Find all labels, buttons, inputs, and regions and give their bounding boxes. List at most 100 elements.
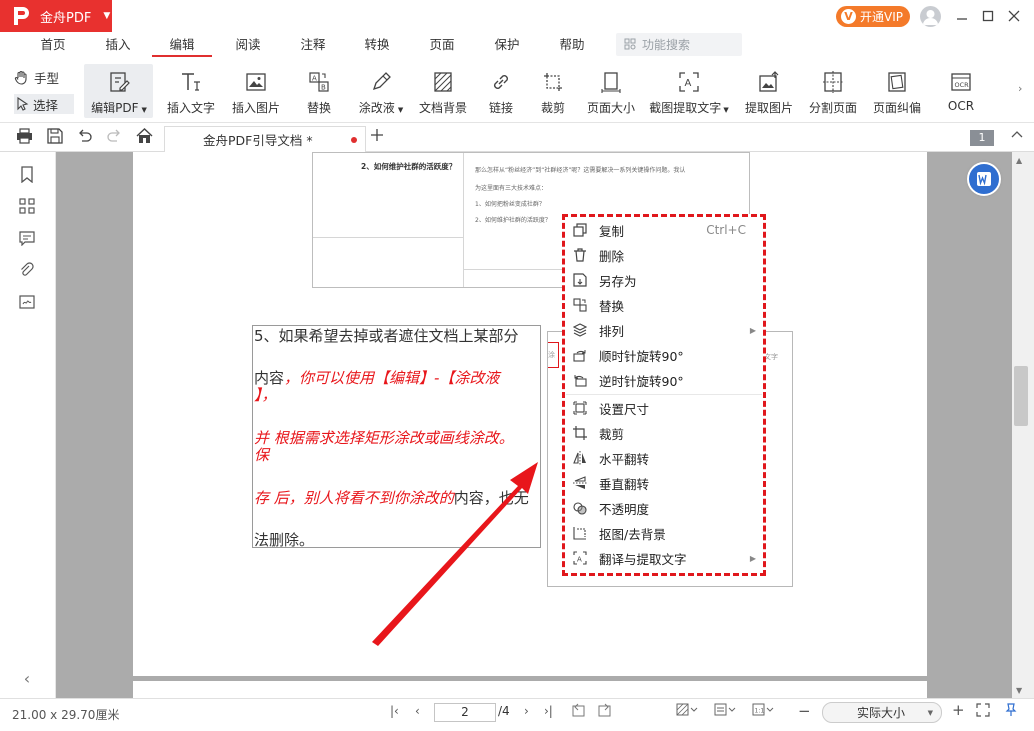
thumbnails-icon[interactable] (17, 196, 37, 216)
edit-pdf-button[interactable]: 编辑PDF ▼ (86, 64, 152, 120)
context-menu-set-size[interactable]: 设置尺寸 (572, 397, 762, 419)
context-menu-delete[interactable]: 删除 (572, 244, 762, 266)
save-as-icon (572, 272, 588, 288)
zoom-in-icon[interactable]: + (952, 701, 965, 719)
last-page-icon[interactable]: ›| (544, 704, 553, 718)
menu-annotate[interactable]: 注释 (290, 32, 336, 58)
attachment-icon[interactable] (17, 260, 37, 280)
document-background-button[interactable]: 文档背景 (414, 64, 472, 120)
context-menu-save-as[interactable]: 另存为 (572, 269, 762, 291)
context-menu-rotate-cw[interactable]: 顺时针旋转90° (572, 344, 762, 366)
menu-protect[interactable]: 保护 (484, 32, 530, 58)
scroll-up-icon[interactable]: ▲ (1016, 156, 1022, 165)
ocr-button[interactable]: OCR OCR (938, 64, 984, 120)
maximize-icon[interactable] (978, 6, 998, 26)
menu-help[interactable]: 帮助 (549, 32, 595, 58)
vip-button[interactable]: V 开通VIP (836, 6, 910, 27)
scroll-down-icon[interactable]: ▼ (1016, 686, 1022, 695)
replace-button[interactable]: AB 替换 (296, 64, 342, 120)
home-icon[interactable] (136, 128, 153, 144)
context-menu-crop[interactable]: 裁剪 (572, 422, 762, 444)
screenshot-extract-text-button[interactable]: A 截图提取文字 ▼ (646, 64, 732, 120)
menu-convert[interactable]: 转换 (354, 32, 400, 58)
translate-icon: A (572, 550, 588, 566)
first-page-icon[interactable]: |‹ (390, 704, 399, 718)
embed-line: 那么怎样从“粉丝经济”到“社群经济”呢？这需要解决一系列关键操作问题。我认 (475, 167, 686, 174)
arrange-label: 排列 (599, 323, 625, 339)
crop-button[interactable]: 裁剪 (530, 64, 576, 120)
menu-page[interactable]: 页面 (419, 32, 465, 58)
red-arrow-annotation (372, 462, 538, 646)
chevron-left-icon[interactable]: ‹ (17, 668, 37, 688)
next-page-icon[interactable]: › (524, 704, 529, 718)
context-menu-cutout[interactable]: 抠图/去背景 (572, 522, 762, 544)
link-label: 链接 (488, 101, 513, 115)
hand-icon (14, 70, 29, 85)
view-mode-icon[interactable] (676, 703, 698, 720)
context-menu-flip-horizontal[interactable]: 水平翻转 (572, 447, 762, 469)
zoom-out-icon[interactable]: − (798, 702, 811, 720)
convert-to-word-button[interactable] (967, 162, 1001, 196)
page-size-button[interactable]: 页面大小 (584, 64, 638, 120)
print-icon[interactable] (16, 128, 33, 144)
screenshot-extract-text-label: 截图提取文字 (649, 101, 722, 115)
actual-size-icon[interactable]: 1:1 (752, 703, 774, 720)
context-menu-translate[interactable]: A 翻译与提取文字 ▶ (572, 547, 762, 569)
close-icon[interactable] (1004, 6, 1024, 26)
context-menu-opacity[interactable]: 不透明度 (572, 497, 762, 519)
split-page-icon (820, 69, 846, 95)
extract-image-icon (756, 69, 782, 95)
signature-icon[interactable] (17, 292, 37, 312)
crop-label: 裁剪 (540, 101, 565, 115)
redo-icon[interactable] (106, 128, 122, 144)
back-view-icon[interactable] (572, 703, 586, 720)
context-menu-flip-vertical[interactable]: 垂直翻转 (572, 472, 762, 494)
link-button[interactable]: 链接 (478, 64, 524, 120)
pin-icon[interactable] (1004, 703, 1018, 720)
context-menu-replace[interactable]: 替换 (572, 294, 762, 316)
active-menu-underline (152, 55, 212, 57)
menu-home[interactable]: 首页 (30, 32, 76, 58)
split-page-button[interactable]: 分割页面 (804, 64, 862, 120)
add-tab-icon[interactable] (370, 128, 384, 142)
tab-document-title: 金舟PDF引导文档 * (203, 133, 313, 148)
zoom-value: 实际大小 (857, 706, 906, 720)
context-menu-copy[interactable]: 复制 Ctrl+C (572, 219, 762, 241)
undo-icon[interactable] (77, 128, 93, 144)
avatar[interactable] (920, 6, 941, 27)
app-menu-button[interactable]: 金舟PDF ▼ (0, 0, 112, 32)
select-tool-button[interactable]: 选择 (14, 94, 74, 114)
split-page-label: 分割页面 (808, 101, 857, 115)
insert-image-button[interactable]: 插入图片 (226, 64, 286, 120)
menu-insert[interactable]: 插入 (95, 32, 141, 58)
prev-page-icon[interactable]: ‹ (415, 704, 420, 718)
edit-pdf-label: 编辑PDF (91, 101, 139, 115)
collapse-icon[interactable] (1010, 128, 1024, 142)
page-deskew-button[interactable]: 页面纠偏 (868, 64, 926, 120)
context-menu-rotate-ccw[interactable]: 逆时针旋转90° (572, 369, 762, 391)
menu-read[interactable]: 阅读 (225, 32, 271, 58)
extract-image-button[interactable]: 提取图片 (740, 64, 798, 120)
page-size-readout: 21.00 x 29.70厘米 (12, 708, 120, 722)
save-icon[interactable] (47, 128, 63, 144)
context-menu-arrange[interactable]: 排列 ▶ (572, 319, 762, 341)
insert-text-button[interactable]: 插入文字 (162, 64, 220, 120)
forward-view-icon[interactable] (597, 703, 611, 720)
chevron-right-icon[interactable]: › (1018, 82, 1022, 95)
hand-tool-button[interactable]: 手型 (14, 67, 59, 87)
tab-document[interactable]: 金舟PDF引导文档 * (164, 126, 366, 152)
text-line-highlight: ，你可以使用【编辑】-【涂改液 (284, 369, 500, 387)
minimize-icon[interactable] (952, 6, 972, 26)
zoom-select[interactable]: 实际大小 ▼ (822, 702, 942, 723)
bookmark-icon[interactable] (17, 164, 37, 184)
page-number-input[interactable]: 2 (434, 703, 496, 722)
svg-text:OCR: OCR (955, 81, 970, 89)
function-search-input[interactable]: 功能搜索 (616, 33, 742, 56)
comment-icon[interactable] (17, 228, 37, 248)
replace-label: 替换 (599, 298, 625, 314)
fullscreen-icon[interactable] (976, 703, 990, 720)
page-layout-icon[interactable] (714, 703, 736, 720)
scrollbar-thumb[interactable] (1014, 366, 1028, 426)
correction-fluid-button[interactable]: 涂改液 ▼ (352, 64, 410, 120)
cutout-label: 抠图/去背景 (599, 526, 666, 542)
